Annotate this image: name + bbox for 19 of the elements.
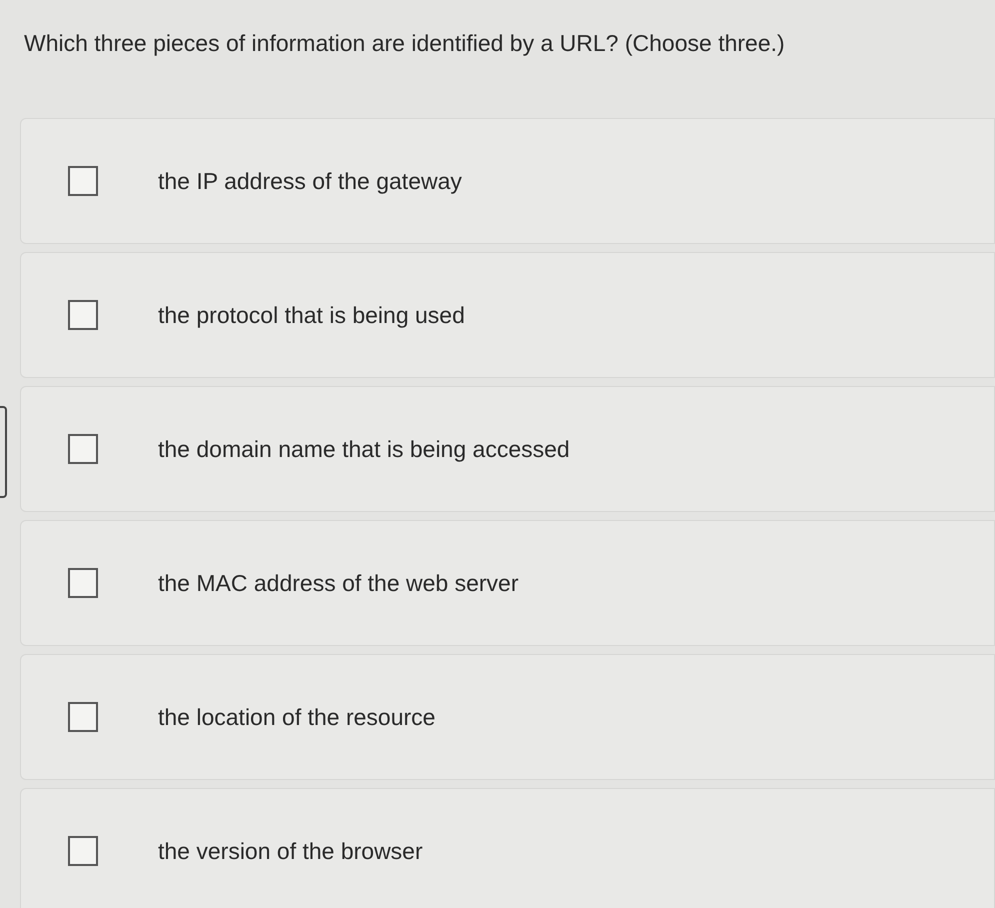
option-label: the location of the resource [158,702,436,732]
checkbox[interactable] [68,568,98,598]
checkbox[interactable] [68,702,98,732]
answer-option[interactable]: the protocol that is being used [20,252,995,378]
answer-option[interactable]: the version of the browser [20,788,995,908]
checkbox[interactable] [68,300,98,330]
question-text: Which three pieces of information are identified by a URL? (Choose three.) [24,29,786,58]
option-label: the IP address of the gateway [158,166,462,196]
checkbox[interactable] [68,166,98,196]
checkbox[interactable] [68,434,98,464]
option-label: the protocol that is being used [158,300,465,330]
option-label: the version of the browser [158,836,423,866]
checkbox[interactable] [68,836,98,866]
option-label: the MAC address of the web server [158,568,518,598]
answer-option[interactable]: the IP address of the gateway [20,118,995,244]
answer-option[interactable]: the domain name that is being accessed [20,386,995,512]
option-label: the domain name that is being accessed [158,434,570,464]
answer-option[interactable]: the location of the resource [20,654,995,780]
answer-option[interactable]: the MAC address of the web server [20,520,995,646]
